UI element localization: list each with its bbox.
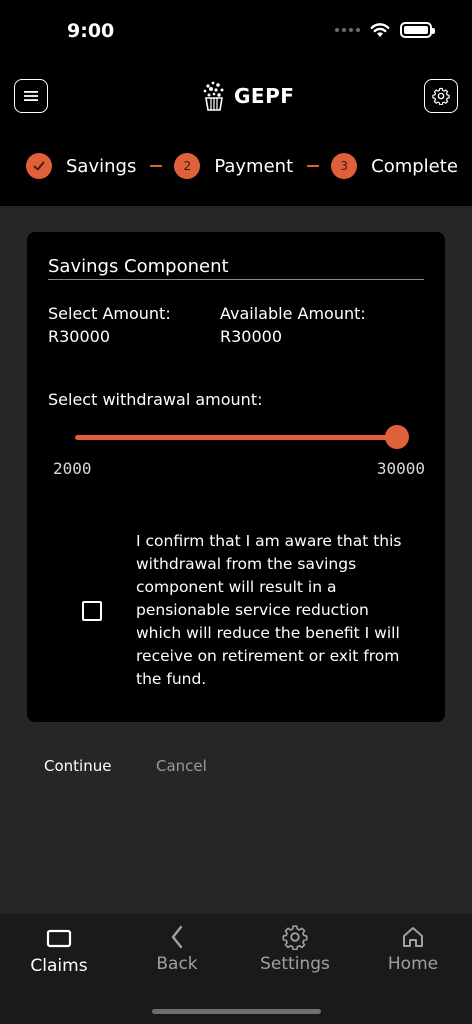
- tab-back-label: Back: [156, 954, 198, 974]
- wifi-icon: [370, 23, 390, 37]
- step-savings-label: Savings: [66, 155, 137, 177]
- signal-icon: [335, 28, 360, 32]
- savings-card: Savings Component Select Amount: R30000 …: [27, 232, 445, 722]
- select-amount-value: R30000: [48, 327, 111, 346]
- step-payment-number: 2: [174, 153, 201, 179]
- step-complete-label: Complete: [371, 155, 458, 177]
- gear-icon: [282, 925, 308, 950]
- tab-settings[interactable]: Settings: [236, 922, 354, 974]
- step-connector: [150, 165, 163, 167]
- withdrawal-slider-track[interactable]: [75, 435, 397, 440]
- slider-min-label: 2000: [53, 459, 92, 478]
- confirm-checkbox[interactable]: [82, 601, 102, 621]
- home-indicator: [152, 1009, 321, 1014]
- home-icon: [403, 927, 423, 947]
- slider-max-label: 30000: [376, 459, 425, 478]
- menu-button[interactable]: [14, 79, 48, 113]
- title-divider: [48, 279, 424, 280]
- app-header: 9:00 GEPF Savings 2 Payment 3 Complete: [0, 0, 472, 206]
- settings-button[interactable]: [424, 79, 458, 113]
- tab-claims-label: Claims: [30, 956, 88, 976]
- step-complete-number: 3: [331, 153, 358, 179]
- gear-icon: [432, 87, 450, 105]
- battery-icon: [400, 22, 435, 38]
- tab-back[interactable]: Back: [118, 922, 236, 974]
- continue-button[interactable]: Continue: [44, 757, 111, 775]
- step-connector: [307, 165, 320, 167]
- step-payment-label: Payment: [214, 155, 294, 177]
- tab-claims[interactable]: Claims: [0, 924, 118, 976]
- brand-name: GEPF: [234, 84, 295, 108]
- withdrawal-slider-thumb[interactable]: [385, 425, 409, 449]
- withdrawal-slider-label: Select withdrawal amount:: [48, 390, 263, 409]
- card-title: Savings Component: [48, 256, 229, 277]
- claims-icon: [46, 929, 72, 948]
- select-amount-label: Select Amount:: [48, 304, 171, 323]
- tab-home-label: Home: [387, 954, 439, 974]
- hamburger-icon: [24, 91, 38, 101]
- brand-logo: GEPF: [198, 80, 294, 112]
- tab-home[interactable]: Home: [354, 922, 472, 974]
- step-savings-check-icon: [26, 153, 52, 179]
- status-time: 9:00: [67, 20, 115, 42]
- chevron-left-icon: [171, 925, 183, 949]
- confirm-text: I confirm that I am aware that this with…: [136, 532, 402, 688]
- progress-stepper: Savings 2 Payment 3 Complete: [26, 152, 458, 180]
- tab-settings-label: Settings: [260, 954, 330, 974]
- cancel-button[interactable]: Cancel: [156, 757, 207, 775]
- available-amount-label: Available Amount:: [220, 304, 366, 323]
- status-icons: [335, 22, 435, 38]
- available-amount-value: R30000: [220, 327, 283, 346]
- logo-icon: [203, 81, 224, 111]
- bottom-tab-bar: Claims Back Settings Home: [0, 914, 472, 1024]
